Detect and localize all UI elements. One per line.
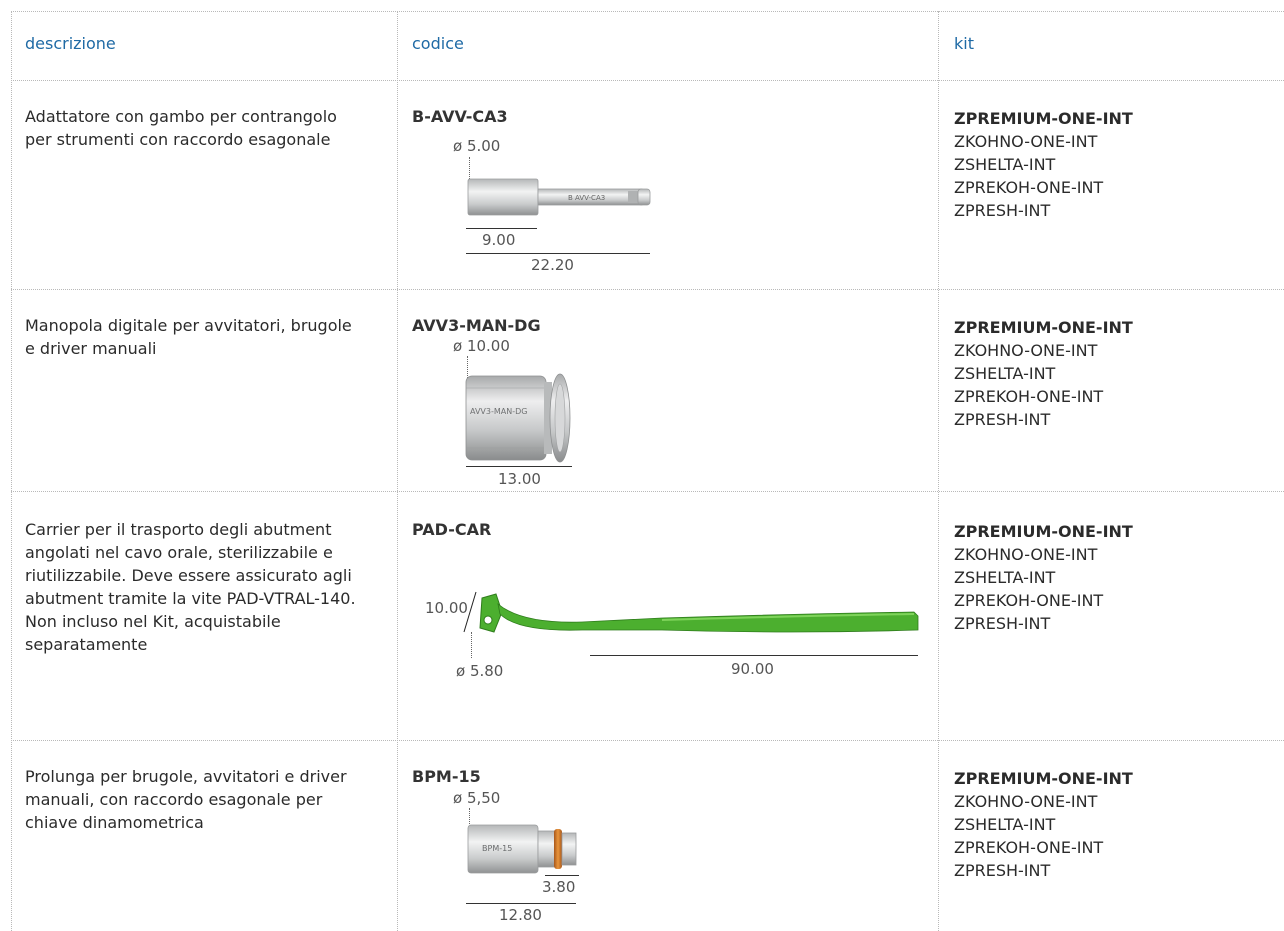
adapter-image: B AVV-CA3 bbox=[467, 178, 651, 216]
dimension-line bbox=[590, 655, 918, 656]
adapter-engraving: B AVV-CA3 bbox=[568, 194, 605, 202]
kit-item: ZKOHNO-ONE-INT bbox=[954, 792, 1098, 811]
row-kits: ZPREMIUM-ONE-INT ZKOHNO-ONE-INT ZSHELTA-… bbox=[954, 767, 1133, 882]
kit-item: ZSHELTA-INT bbox=[954, 155, 1056, 174]
kit-item: ZSHELTA-INT bbox=[954, 815, 1056, 834]
row-divider bbox=[11, 491, 1284, 492]
row-divider bbox=[11, 11, 1284, 12]
kit-item: ZKOHNO-ONE-INT bbox=[954, 341, 1098, 360]
length-label: 12.80 bbox=[499, 906, 542, 924]
length-label: 22.20 bbox=[531, 256, 574, 274]
kit-item: ZPREMIUM-ONE-INT bbox=[954, 109, 1133, 128]
row-code: AVV3-MAN-DG bbox=[412, 316, 541, 335]
dimension-leader bbox=[471, 632, 472, 658]
row-divider bbox=[11, 740, 1284, 741]
knob-image: AVV3-MAN-DG bbox=[465, 373, 571, 463]
kit-item: ZPREMIUM-ONE-INT bbox=[954, 318, 1133, 337]
dimension-leader bbox=[469, 808, 470, 824]
row-divider bbox=[11, 80, 1284, 81]
kit-item: ZKOHNO-ONE-INT bbox=[954, 545, 1098, 564]
length-label: 90.00 bbox=[731, 660, 774, 678]
row-description: Adattatore con gambo per contrangolo per… bbox=[25, 107, 337, 149]
kit-item: ZSHELTA-INT bbox=[954, 568, 1056, 587]
length-label: 9.00 bbox=[482, 231, 516, 249]
row-description: Prolunga per brugole, avvitatori e drive… bbox=[25, 767, 347, 832]
diameter-label: ø 10.00 bbox=[453, 337, 510, 355]
kit-item: ZPRESH-INT bbox=[954, 201, 1051, 220]
column-divider bbox=[11, 11, 12, 931]
knob-engraving: AVV3-MAN-DG bbox=[470, 407, 528, 416]
diameter-label: ø 5,50 bbox=[453, 789, 501, 807]
carrier-image bbox=[463, 591, 919, 633]
row-code: BPM-15 bbox=[412, 767, 481, 786]
row-kits: ZPREMIUM-ONE-INT ZKOHNO-ONE-INT ZSHELTA-… bbox=[954, 520, 1133, 635]
length-label: 3.80 bbox=[542, 878, 576, 896]
length-label: 13.00 bbox=[498, 470, 541, 488]
kit-item: ZPREMIUM-ONE-INT bbox=[954, 522, 1133, 541]
kit-item: ZPRESH-INT bbox=[954, 614, 1051, 633]
kit-item: ZKOHNO-ONE-INT bbox=[954, 132, 1098, 151]
dimension-line bbox=[466, 228, 537, 229]
kit-item: ZSHELTA-INT bbox=[954, 364, 1056, 383]
kit-item: ZPRESH-INT bbox=[954, 861, 1051, 880]
kit-item: ZPRESH-INT bbox=[954, 410, 1051, 429]
dimension-line bbox=[466, 903, 576, 904]
diameter-label: ø 5.80 bbox=[456, 662, 504, 680]
dimension-line bbox=[466, 253, 650, 254]
dimension-line bbox=[466, 466, 572, 467]
row-kits: ZPREMIUM-ONE-INT ZKOHNO-ONE-INT ZSHELTA-… bbox=[954, 316, 1133, 431]
kit-item: ZPREKOH-ONE-INT bbox=[954, 838, 1104, 857]
dimension-leader bbox=[469, 157, 470, 179]
kit-item: ZPREMIUM-ONE-INT bbox=[954, 769, 1133, 788]
row-description: Carrier per il trasporto degli abutment … bbox=[25, 520, 356, 654]
row-code: PAD-CAR bbox=[412, 520, 492, 539]
kit-item: ZPREKOH-ONE-INT bbox=[954, 178, 1104, 197]
kit-item: ZPREKOH-ONE-INT bbox=[954, 591, 1104, 610]
row-kits: ZPREMIUM-ONE-INT ZKOHNO-ONE-INT ZSHELTA-… bbox=[954, 107, 1133, 222]
header-descrizione: descrizione bbox=[25, 34, 116, 53]
row-code: B-AVV-CA3 bbox=[412, 107, 508, 126]
extension-engraving: BPM-15 bbox=[482, 844, 512, 853]
extension-image: BPM-15 bbox=[467, 824, 577, 874]
header-kit: kit bbox=[954, 34, 974, 53]
product-table: descrizione codice kit Adattatore con ga… bbox=[0, 0, 1284, 931]
kit-item: ZPREKOH-ONE-INT bbox=[954, 387, 1104, 406]
column-divider bbox=[938, 11, 939, 931]
column-divider bbox=[397, 11, 398, 931]
header-codice: codice bbox=[412, 34, 464, 53]
diameter-label: ø 5.00 bbox=[453, 137, 501, 155]
row-description: Manopola digitale per avvitatori, brugol… bbox=[25, 316, 352, 358]
dimension-line bbox=[545, 875, 579, 876]
row-divider bbox=[11, 289, 1284, 290]
